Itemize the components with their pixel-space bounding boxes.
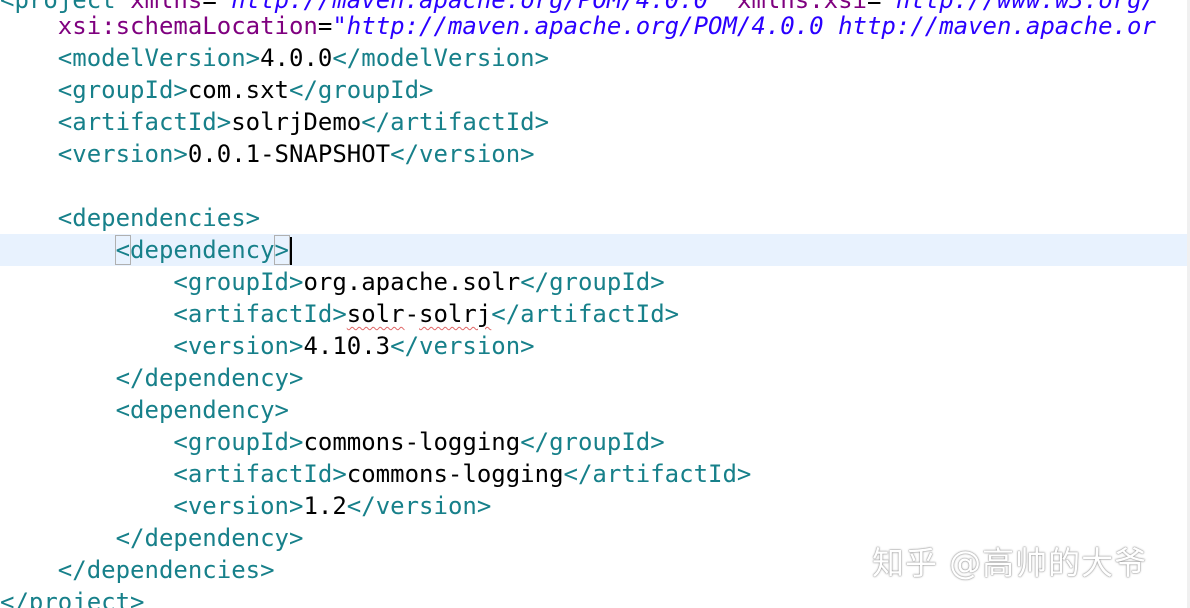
dep1-version-open-tag: <version>: [173, 332, 304, 360]
code-line-dep1-artifact-id: <artifactId>solr-solrj</artifactId>: [0, 298, 1190, 330]
code-line-dep2-artifact-id: <artifactId>commons-logging</artifactId>: [0, 458, 1190, 490]
dep2-artifact-id-value: commons-logging: [346, 460, 564, 488]
dep1-artifact-id-dash: -: [404, 300, 420, 328]
code-line-dependencies-open: <dependencies>: [0, 202, 1190, 234]
group-id-value: com.sxt: [187, 76, 289, 104]
group-id-close-tag: </groupId>: [289, 76, 434, 104]
dep2-artifact-id-close-tag: </artifactId>: [563, 460, 752, 488]
dependency-close-tag: </dependency>: [115, 364, 304, 392]
dep1-artifact-id-value-part2: solrj: [419, 300, 492, 328]
dep1-version-close-tag: </version>: [390, 332, 535, 360]
dependencies-open-tag: <dependencies>: [57, 204, 261, 232]
dependencies-close-tag: </dependencies>: [57, 556, 275, 584]
schema-location-attribute: xsi:schemaLocation: [57, 12, 318, 40]
dep1-group-id-close-tag: </groupId>: [520, 268, 665, 296]
code-line-dep1-group-id: <groupId>org.apache.solr</groupId>: [0, 266, 1190, 298]
matching-bracket-lt: <: [114, 235, 132, 265]
model-version-open-tag: <modelVersion>: [57, 44, 261, 72]
artifact-id-close-tag: </artifactId>: [361, 108, 550, 136]
code-line-schema-location: xsi:schemaLocation="http://maven.apache.…: [0, 10, 1190, 42]
dep1-group-id-open-tag: <groupId>: [173, 268, 304, 296]
zhihu-watermark: 知乎 @高帅的大爷: [872, 544, 1148, 582]
dep1-artifact-id-open-tag: <artifactId>: [173, 300, 347, 328]
code-line-dependency-open: <dependency>: [0, 394, 1190, 426]
code-line-model-version: <modelVersion>4.0.0</modelVersion>: [0, 42, 1190, 74]
text-cursor: [290, 237, 292, 265]
version-open-tag: <version>: [57, 140, 188, 168]
code-line-dep2-group-id: <groupId>commons-logging</groupId>: [0, 426, 1190, 458]
code-line-dependency-close: </dependency>: [0, 362, 1190, 394]
code-line-project-close: </project>: [0, 586, 1190, 608]
dep1-version-value: 4.10.3: [303, 332, 391, 360]
model-version-value: 4.0.0: [260, 44, 333, 72]
dependency-close-tag-2: </dependency>: [115, 524, 304, 552]
dep2-group-id-close-tag: </groupId>: [520, 428, 665, 456]
equals-sign: =: [317, 12, 333, 40]
code-line-version: <version>0.0.1-SNAPSHOT</version>: [0, 138, 1190, 170]
model-version-close-tag: </modelVersion>: [332, 44, 550, 72]
artifact-id-open-tag: <artifactId>: [57, 108, 232, 136]
dep1-artifact-id-close-tag: </artifactId>: [491, 300, 680, 328]
dep2-group-id-value: commons-logging: [303, 428, 521, 456]
schema-location-value: "http://maven.apache.org/POM/4.0.0 http:…: [332, 12, 1156, 40]
group-id-open-tag: <groupId>: [57, 76, 188, 104]
dep2-version-close-tag: </version>: [346, 492, 492, 520]
artifact-id-value: solrjDemo: [231, 108, 362, 136]
dep2-artifact-id-open-tag: <artifactId>: [173, 460, 347, 488]
dep2-group-id-open-tag: <groupId>: [173, 428, 304, 456]
matching-bracket-gt: >: [273, 235, 291, 265]
project-close-tag: </project>: [0, 588, 145, 608]
dep2-version-value: 1.2: [303, 492, 347, 520]
code-line-dep1-version: <version>4.10.3</version>: [0, 330, 1190, 362]
code-line-dep2-version: <version>1.2</version>: [0, 490, 1190, 522]
dep2-version-open-tag: <version>: [173, 492, 304, 520]
version-value: 0.0.1-SNAPSHOT: [187, 140, 391, 168]
dep1-artifact-id-value-part1: solr: [346, 300, 405, 328]
code-line-group-id: <groupId>com.sxt</groupId>: [0, 74, 1190, 106]
code-line-artifact-id: <artifactId>solrjDemo</artifactId>: [0, 106, 1190, 138]
code-line-dependency-open-current: <dependency>: [0, 234, 1190, 266]
version-close-tag: </version>: [390, 140, 535, 168]
dependency-open-tag: <dependency>: [115, 396, 289, 424]
xml-code-editor[interactable]: <project xmlns="http://maven.apache.org/…: [0, 0, 1190, 608]
dep1-group-id-value: org.apache.solr: [303, 268, 521, 296]
dependency-tag-name: dependency: [130, 236, 275, 264]
